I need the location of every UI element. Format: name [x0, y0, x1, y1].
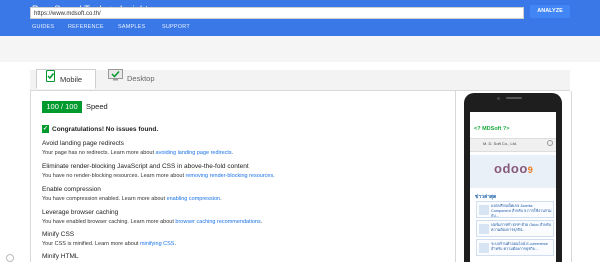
- search-icon: [547, 140, 553, 146]
- rule-link[interactable]: enabling compression: [167, 196, 221, 202]
- news-item: แจกฟรี!!!แพ็คเกจ Joomla Component สำหรับ…: [476, 201, 554, 218]
- analyze-button[interactable]: ANALYZE: [530, 5, 570, 18]
- rule-text: You have no render-blocking resources. L…: [42, 173, 275, 179]
- score-label: Speed: [86, 102, 108, 111]
- nav-support[interactable]: SUPPORT: [162, 24, 190, 30]
- rule-text: You have compression enabled. Learn more…: [42, 196, 222, 202]
- rule-title: Eliminate render-blocking JavaScript and…: [42, 163, 249, 170]
- rule-text: Your CSS is minified. Learn more about m…: [42, 241, 177, 247]
- news-thumbnail: [479, 243, 489, 253]
- rule-title: Leverage browser caching: [42, 209, 119, 216]
- rule-text: Your page has no redirects. Learn more a…: [42, 150, 234, 156]
- news-item: ระบบร้านค้าออนไลน์ E-commerce สำหรับ ควา…: [476, 239, 554, 256]
- nav-guides[interactable]: GUIDES: [32, 24, 54, 30]
- rule-title: Enable compression: [42, 186, 101, 193]
- tab-desktop[interactable]: Desktop: [100, 69, 164, 89]
- odoo-logo: odoo9: [494, 161, 534, 176]
- rule-title: Minify HTML: [42, 253, 79, 260]
- tab-desktop-label: Desktop: [127, 74, 155, 83]
- rule-link[interactable]: minifying CSS: [140, 241, 175, 247]
- news-item: ฟอร์มการทำ ERP ด้วย Odoo สำหรับ ความต้อง…: [476, 220, 554, 237]
- rule-text: You have enabled browser caching. Learn …: [42, 219, 263, 225]
- scroll-indicator-icon[interactable]: [6, 254, 14, 262]
- site-company: M. D. Soft Co., Ltd.: [483, 141, 518, 146]
- rule-link[interactable]: avoiding landing page redirects: [156, 150, 232, 156]
- rule-title: Avoid landing page redirects: [42, 140, 124, 147]
- rule-link[interactable]: removing render-blocking resources: [186, 173, 274, 179]
- rule-link[interactable]: browser caching recommendations: [175, 219, 260, 225]
- camera-icon: [497, 97, 500, 100]
- news-thumbnail: [479, 205, 489, 215]
- congrats-text: Congratulations! No issues found.: [52, 126, 159, 133]
- nav-samples[interactable]: SAMPLES: [118, 24, 145, 30]
- news-heading: ข่าวล่าสุด: [475, 194, 497, 200]
- news-thumbnail: [479, 224, 489, 234]
- url-input[interactable]: https://www.mdsoft.co.th/: [30, 7, 524, 19]
- rule-title: Minify CSS: [42, 231, 75, 238]
- preview-divider: [455, 91, 456, 262]
- mobile-check-icon: [45, 70, 56, 90]
- congrats-message: ✓ Congratulations! No issues found.: [42, 125, 158, 134]
- speaker-icon: [506, 97, 522, 99]
- nav-reference[interactable]: REFERENCE: [68, 24, 104, 30]
- score-badge: 100 / 100: [42, 101, 82, 113]
- desktop-check-icon: [108, 69, 123, 89]
- tab-mobile[interactable]: Mobile: [36, 69, 96, 89]
- site-brand: <? MDSoft ?>: [474, 126, 510, 132]
- checkmark-icon: ✓: [42, 125, 49, 133]
- tab-mobile-label: Mobile: [60, 75, 83, 84]
- url-bar: [0, 36, 600, 62]
